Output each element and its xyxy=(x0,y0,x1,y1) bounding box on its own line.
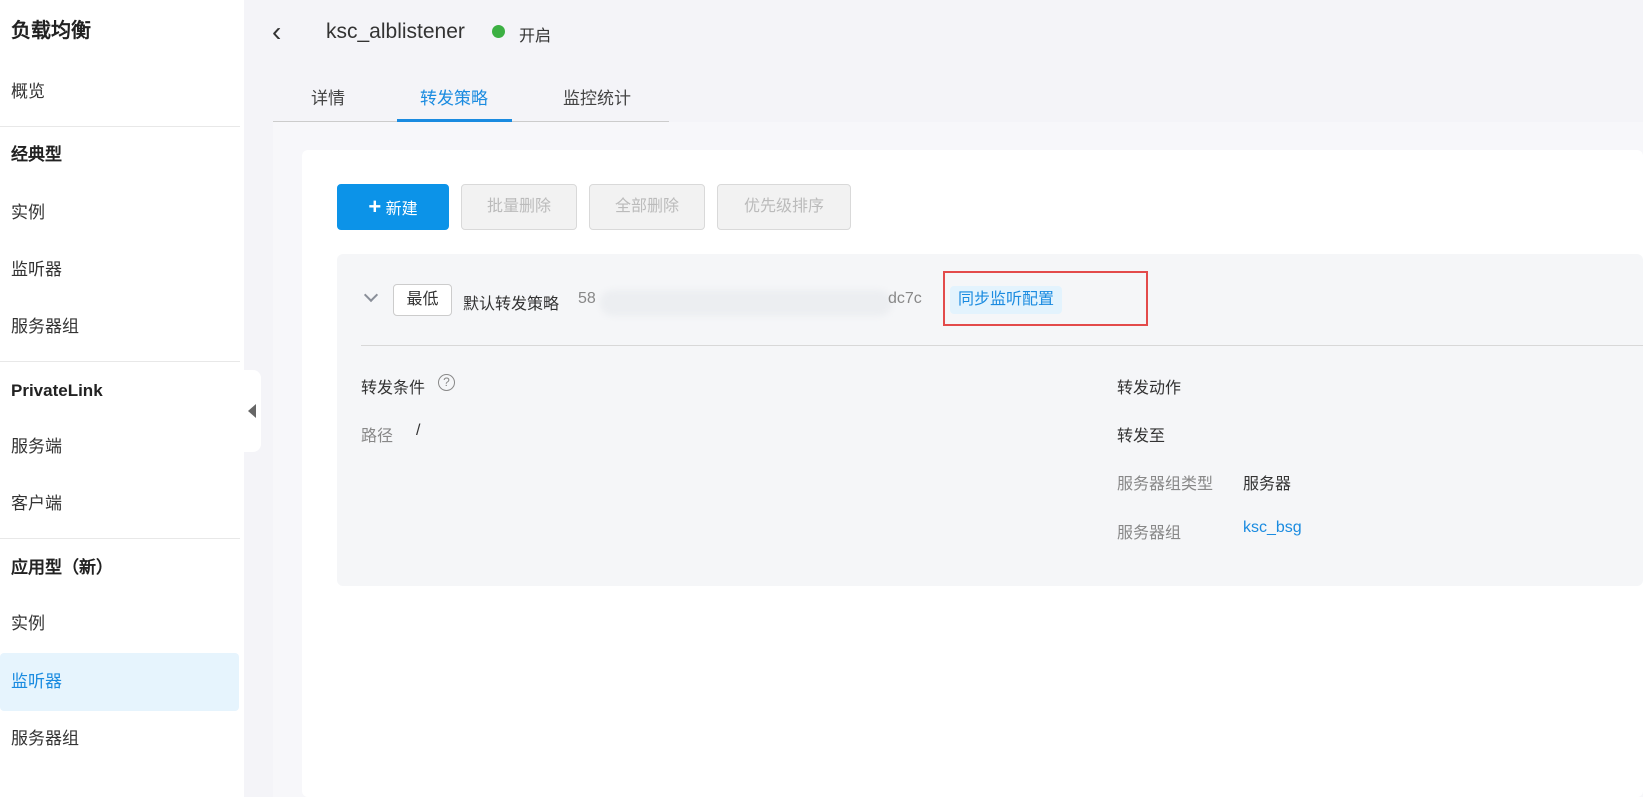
highlight-box xyxy=(943,271,1148,326)
help-icon[interactable]: ? xyxy=(438,374,455,391)
sidebar-collapse-button[interactable] xyxy=(244,370,261,452)
sidebar-item-server[interactable]: 服务端 xyxy=(0,418,239,476)
conditions-label: 转发条件 xyxy=(361,380,426,397)
priority-badge: 最低 xyxy=(393,284,452,316)
path-value: / xyxy=(416,422,421,439)
plus-icon: + xyxy=(368,194,382,219)
back-button[interactable]: ‹ xyxy=(272,16,281,48)
sidebar-group-alb: 应用型（新） xyxy=(11,558,113,577)
sidebar-item-classic-server-group[interactable]: 服务器组 xyxy=(0,298,239,356)
page-title: ksc_alblistener xyxy=(326,20,465,43)
rule-name: 默认转发策略 xyxy=(463,296,560,313)
sidebar-title: 负载均衡 xyxy=(11,20,91,42)
tab-monitoring[interactable]: 监控统计 xyxy=(563,84,631,109)
bsg-type-value: 服务器 xyxy=(1243,476,1292,493)
new-label: 新建 xyxy=(385,201,418,218)
priority-sort-button[interactable]: 优先级排序 xyxy=(717,184,851,230)
sidebar-item-alb-instance[interactable]: 实例 xyxy=(0,595,239,653)
sidebar-item-alb-server-group[interactable]: 服务器组 xyxy=(0,710,239,768)
delete-all-button[interactable]: 全部删除 xyxy=(589,184,705,230)
status-text: 开启 xyxy=(519,28,552,45)
status-dot-icon xyxy=(492,25,505,38)
tab-forwarding-policy[interactable]: 转发策略 xyxy=(420,84,488,109)
new-button[interactable]: + 新建 xyxy=(337,184,449,230)
sidebar-item-classic-instance[interactable]: 实例 xyxy=(0,184,239,242)
action-label: 转发动作 xyxy=(1117,380,1182,397)
sidebar-item-overview[interactable]: 概览 xyxy=(0,63,239,121)
sidebar-item-alb-listener[interactable]: 监听器 xyxy=(0,653,239,711)
divider xyxy=(361,345,1643,346)
batch-delete-button[interactable]: 批量删除 xyxy=(461,184,577,230)
sidebar-item-classic-listener[interactable]: 监听器 xyxy=(0,241,239,299)
bsg-type-label: 服务器组类型 xyxy=(1117,476,1214,493)
tab-bar: 详情 转发策略 监控统计 xyxy=(273,70,669,122)
path-label: 路径 xyxy=(361,428,394,445)
sidebar: 负载均衡 概览 经典型 实例 监听器 服务器组 PrivateLink 服务端 … xyxy=(0,0,244,797)
rule-id-end: dc7c xyxy=(888,290,922,307)
rule-id-start: 58 xyxy=(578,290,596,307)
forward-to-label: 转发至 xyxy=(1117,428,1166,445)
tab-details[interactable]: 详情 xyxy=(311,84,345,109)
sidebar-group-classic: 经典型 xyxy=(11,145,62,164)
sidebar-item-client[interactable]: 客户端 xyxy=(0,475,239,533)
redacted-id xyxy=(600,290,892,316)
sidebar-group-privatelink: PrivateLink xyxy=(11,381,103,400)
bsg-label: 服务器组 xyxy=(1117,525,1182,542)
bsg-link[interactable]: ksc_bsg xyxy=(1243,519,1302,537)
